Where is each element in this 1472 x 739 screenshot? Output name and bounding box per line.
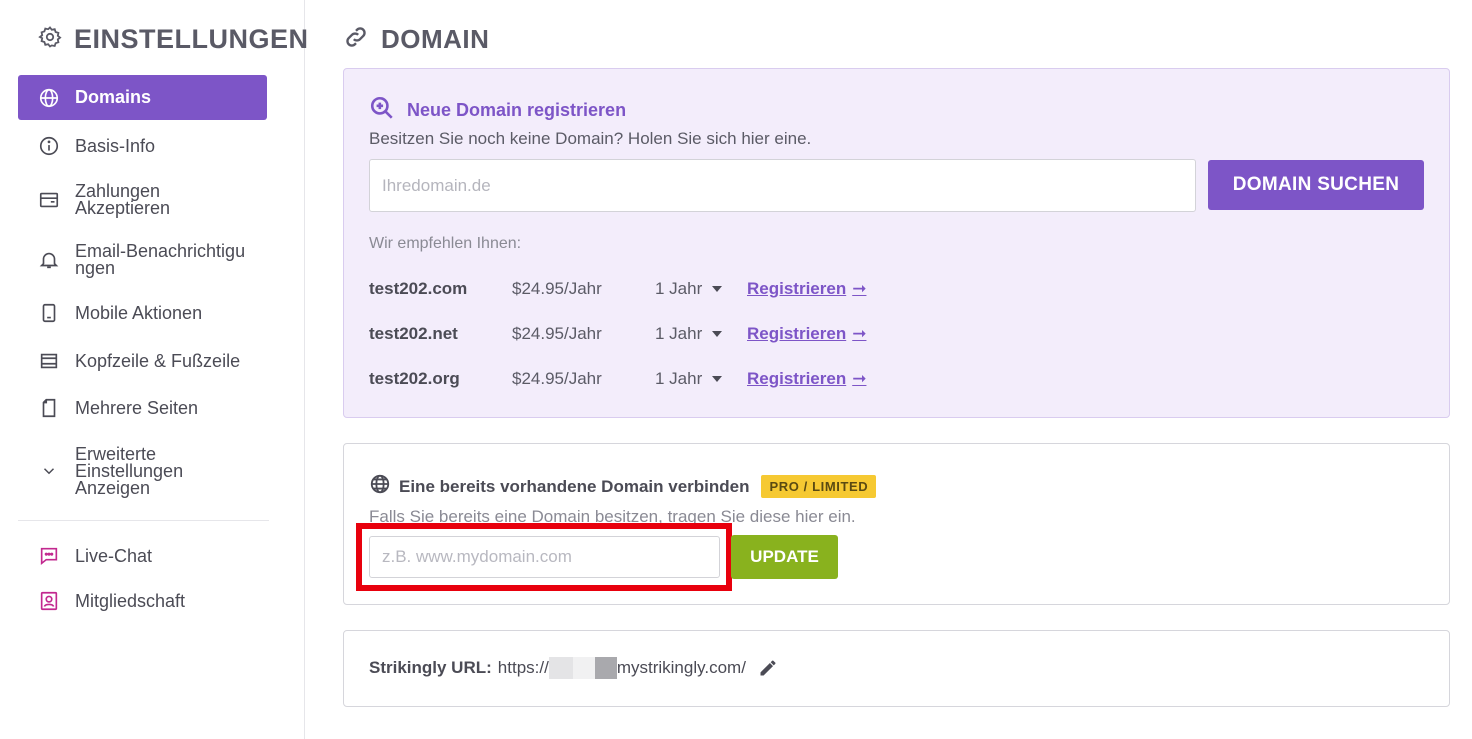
sidebar-item-label: Zahlungen Akzeptieren xyxy=(75,181,171,218)
page-header: DOMAIN xyxy=(343,24,489,55)
redacted-block xyxy=(548,657,573,679)
sidebar-item-mobile[interactable]: Mobile Aktionen xyxy=(18,301,267,325)
term-dropdown[interactable]: 1 Jahr xyxy=(655,324,747,344)
sidebar-item-label: Basis-Info xyxy=(75,135,156,156)
term-dropdown[interactable]: 1 Jahr xyxy=(655,279,747,299)
pro-badge: PRO / LIMITED xyxy=(761,475,877,498)
arrow-right-icon: ➞ xyxy=(852,279,867,298)
connect-domain-card: Eine bereits vorhandene Domain verbinden… xyxy=(343,443,1450,605)
url-suffix: mystrikingly.com/ xyxy=(616,658,746,677)
suggestion-row: test202.org $24.95/Jahr 1 Jahr Registrie… xyxy=(369,367,866,391)
url-row: Strikingly URL: https:// mystrikingly.co… xyxy=(369,657,778,679)
update-button[interactable]: UPDATE xyxy=(731,535,838,579)
wallet-icon xyxy=(38,189,60,211)
sidebar-item-label: Erweiterte Einstellungen Anzeigen xyxy=(75,443,184,498)
sidebar-item-erweiterte[interactable]: Erweiterte Einstellungen Anzeigen xyxy=(18,444,267,498)
redacted-block xyxy=(572,657,595,679)
sidebar-item-seiten[interactable]: Mehrere Seiten xyxy=(18,396,267,420)
term-value: 1 Jahr xyxy=(655,324,703,343)
gear-icon xyxy=(38,25,62,54)
suggestion-price: $24.95/Jahr xyxy=(512,279,602,298)
sidebar-item-label: Mobile Aktionen xyxy=(75,302,203,323)
suggestion-row: test202.net $24.95/Jahr 1 Jahr Registrie… xyxy=(369,322,866,346)
suggestion-domain: test202.com xyxy=(369,279,468,298)
suggestion-row: test202.com $24.95/Jahr 1 Jahr Registrie… xyxy=(369,277,866,301)
sidebar-item-email[interactable]: Email-Benachrichtigungen xyxy=(18,242,267,278)
zoom-in-icon xyxy=(369,95,395,126)
sidebar-divider xyxy=(18,520,269,521)
sidebar-item-label: Email-Benachrichtigungen xyxy=(75,241,246,278)
register-link-label: Registrieren xyxy=(747,369,847,388)
suggestion-price: $24.95/Jahr xyxy=(512,369,602,388)
sidebar-title: EINSTELLUNGEN xyxy=(74,24,309,54)
sidebar-item-label: Mitgliedschaft xyxy=(75,590,186,611)
register-subtitle: Besitzen Sie noch keine Domain? Holen Si… xyxy=(369,129,812,148)
edit-pencil-icon[interactable] xyxy=(758,658,778,678)
page-icon xyxy=(38,397,60,419)
register-title: Neue Domain registrieren xyxy=(407,100,627,120)
highlight-box xyxy=(356,523,732,591)
info-icon xyxy=(38,135,60,157)
globe-icon xyxy=(38,87,60,109)
caret-down-icon xyxy=(712,331,723,337)
sidebar-item-label: Domains xyxy=(75,87,152,107)
sidebar-item-mitgliedschaft[interactable]: Mitgliedschaft xyxy=(18,589,267,613)
settings-sidebar: EINSTELLUNGEN Domains Basis-Info Zahlung… xyxy=(0,0,308,739)
register-link-label: Registrieren xyxy=(747,324,847,343)
layout-icon xyxy=(38,350,60,372)
member-icon xyxy=(38,590,60,612)
chat-icon xyxy=(38,545,60,567)
sidebar-item-label: Live-Chat xyxy=(75,545,153,566)
strikingly-url-card: Strikingly URL: https:// mystrikingly.co… xyxy=(343,630,1450,707)
sidebar-item-domains[interactable]: Domains xyxy=(18,75,267,120)
sidebar-item-zahlungen[interactable]: Zahlungen Akzeptieren xyxy=(18,182,267,218)
caret-down-icon xyxy=(712,286,723,292)
sidebar-item-kopfzeile[interactable]: Kopfzeile & Fußzeile xyxy=(18,349,267,373)
sidebar-item-basis-info[interactable]: Basis-Info xyxy=(18,134,267,158)
arrow-right-icon: ➞ xyxy=(852,369,867,388)
register-link[interactable]: Registrieren ➞ xyxy=(747,369,866,389)
sidebar-header: EINSTELLUNGEN xyxy=(38,24,309,55)
connect-title: Eine bereits vorhandene Domain verbinden xyxy=(399,476,750,496)
term-dropdown[interactable]: 1 Jahr xyxy=(655,369,747,389)
term-value: 1 Jahr xyxy=(655,369,703,388)
term-value: 1 Jahr xyxy=(655,279,703,298)
register-heading: Neue Domain registrieren xyxy=(369,95,626,126)
page-title: DOMAIN xyxy=(381,24,490,54)
mobile-icon xyxy=(38,302,60,324)
domain-search-button[interactable]: DOMAIN SUCHEN xyxy=(1208,160,1424,210)
domain-search-input[interactable] xyxy=(369,159,1196,212)
register-link[interactable]: Registrieren ➞ xyxy=(747,279,866,299)
suggestion-price: $24.95/Jahr xyxy=(512,324,602,343)
redacted-block xyxy=(594,657,617,679)
suggestion-domain: test202.net xyxy=(369,324,458,343)
url-prefix: https:// xyxy=(497,658,549,677)
register-link-label: Registrieren xyxy=(747,279,847,298)
suggestion-domain: test202.org xyxy=(369,369,460,388)
register-link[interactable]: Registrieren ➞ xyxy=(747,324,866,344)
url-label: Strikingly URL: xyxy=(369,658,492,677)
recommend-label: Wir empfehlen Ihnen: xyxy=(369,235,522,252)
register-domain-card: Neue Domain registrieren Besitzen Sie no… xyxy=(343,68,1450,418)
sidebar-item-label: Kopfzeile & Fußzeile xyxy=(75,350,241,371)
sidebar-item-live-chat[interactable]: Live-Chat xyxy=(18,544,267,568)
connect-heading: Eine bereits vorhandene Domain verbinden… xyxy=(369,473,877,500)
bell-icon xyxy=(38,249,60,271)
caret-down-icon xyxy=(712,376,723,382)
chevron-down-icon xyxy=(38,460,60,482)
link-icon xyxy=(343,24,369,55)
globe-icon xyxy=(369,473,391,500)
arrow-right-icon: ➞ xyxy=(852,324,867,343)
sidebar-item-label: Mehrere Seiten xyxy=(75,397,199,418)
